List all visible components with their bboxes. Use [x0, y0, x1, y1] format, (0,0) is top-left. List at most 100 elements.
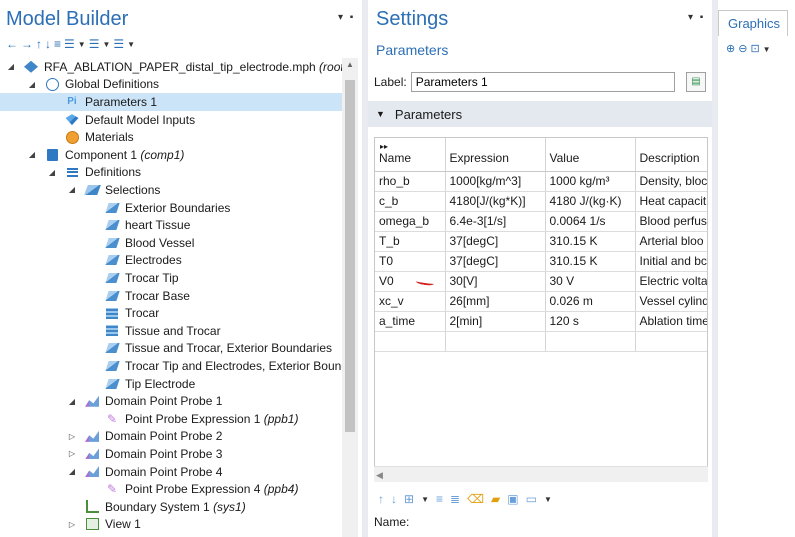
scroll-left-icon[interactable]: ◀: [376, 467, 383, 483]
tree-item-trocar-tip-electrodes-exterior[interactable]: Trocar Tip and Electrodes, Exterior Boun…: [0, 357, 348, 375]
table-row[interactable]: T0 37[degC] 310.15 K Initial and bc: [375, 251, 707, 272]
tab-graphics[interactable]: Graphics: [718, 10, 788, 36]
cell-description[interactable]: [635, 331, 707, 352]
tree-item-exterior-boundaries[interactable]: Exterior Boundaries: [0, 199, 342, 217]
cell-name[interactable]: [375, 331, 446, 352]
cell-description[interactable]: Heat capacit: [635, 191, 707, 212]
expand-triangle-icon[interactable]: ▷: [67, 449, 77, 458]
scroll-up-icon[interactable]: ▲: [342, 58, 358, 72]
pane-menu-pin-icon[interactable]: ▾ ▪: [688, 12, 705, 23]
tree-item-tip-electrode[interactable]: Tip Electrode: [0, 375, 342, 393]
cell-description[interactable]: Blood perfus: [635, 211, 707, 232]
chevron-down-icon[interactable]: ▼: [763, 45, 774, 54]
cell-name[interactable]: V0: [375, 271, 446, 292]
tree-item-tissue-and-trocar[interactable]: Tissue and Trocar: [0, 322, 342, 340]
tree-item-point-probe-expression-1[interactable]: ✎ Point Probe Expression 1 (ppb1): [0, 410, 342, 428]
tree-item-point-probe-expression-4[interactable]: ✎ Point Probe Expression 4 (ppb4): [0, 480, 342, 498]
table-row-empty[interactable]: [375, 331, 707, 352]
chevron-down-icon[interactable]: ▼: [421, 495, 429, 504]
clear-table-icon[interactable]: ≣: [450, 492, 460, 506]
up-arrow-icon[interactable]: ↑: [36, 37, 42, 51]
table-row[interactable]: omega_b 6.4e-3[1/s] 0.0064 1/s Blood per…: [375, 211, 707, 232]
forward-arrow-icon[interactable]: →: [21, 37, 33, 51]
tree-item-domain-point-probe-4[interactable]: ◢ Domain Point Probe 4: [0, 463, 342, 481]
table-row[interactable]: rho_b 1000[kg/m^3] 1000 kg/m³ Density, b…: [375, 171, 707, 192]
expand-triangle-icon[interactable]: ▷: [67, 520, 77, 529]
move-up-icon[interactable]: ↑: [378, 492, 384, 506]
cell-name[interactable]: xc_v: [375, 291, 446, 312]
tree-item-default-model-inputs[interactable]: Default Model Inputs: [0, 111, 342, 129]
tree-item-component-1[interactable]: ◢ Component 1 (comp1): [0, 146, 342, 164]
cell-description[interactable]: Density, bloc: [635, 171, 707, 192]
back-arrow-icon[interactable]: ←: [6, 37, 18, 51]
column-header-expression[interactable]: Expression: [445, 138, 546, 172]
expand-sections-icon[interactable]: ☰: [64, 37, 75, 51]
pane-menu-pin-icon[interactable]: ▾ ▪: [338, 12, 355, 23]
cell-expression[interactable]: 30[V]: [445, 271, 546, 292]
table-row[interactable]: V0 30[V] 30 V Electric volta: [375, 271, 707, 292]
list-view-icon[interactable]: ☰: [113, 37, 124, 51]
cell-expression[interactable]: 37[degC]: [445, 251, 546, 272]
cell-description[interactable]: Ablation time: [635, 311, 707, 332]
collapse-triangle-icon[interactable]: ◢: [67, 185, 77, 194]
tree-item-blood-vessel[interactable]: Blood Vessel: [0, 234, 342, 252]
down-arrow-icon[interactable]: ↓: [45, 37, 51, 51]
cell-expression[interactable]: 4180[J/(kg*K)]: [445, 191, 546, 212]
cell-expression[interactable]: 37[degC]: [445, 231, 546, 252]
column-header-name[interactable]: ▸▸ Name: [375, 138, 446, 172]
parameters-section-header[interactable]: ▼ Parameters: [368, 101, 712, 127]
tree-item-domain-point-probe-1[interactable]: ◢ Domain Point Probe 1: [0, 392, 342, 410]
show-icon[interactable]: ≡: [54, 37, 61, 51]
table-horizontal-scrollbar[interactable]: ◀: [374, 466, 708, 482]
cell-name[interactable]: T0: [375, 251, 446, 272]
tree-item-materials[interactable]: Materials: [0, 128, 342, 146]
collapse-section-icon[interactable]: ▼: [376, 109, 385, 119]
collapse-triangle-icon[interactable]: ◢: [47, 168, 57, 177]
table-row[interactable]: a_time 2[min] 120 s Ablation time: [375, 311, 707, 332]
open-folder-icon[interactable]: ▰: [491, 492, 500, 506]
cell-expression[interactable]: 1000[kg/m^3]: [445, 171, 546, 192]
chevron-down-icon[interactable]: ▼: [102, 40, 110, 49]
cell-expression[interactable]: [445, 331, 546, 352]
table-row[interactable]: T_b 37[degC] 310.15 K Arterial bloo: [375, 231, 707, 252]
tree-item-electrodes[interactable]: Electrodes: [0, 252, 342, 270]
cell-name[interactable]: rho_b: [375, 171, 446, 192]
collapse-triangle-icon[interactable]: ◢: [6, 62, 16, 71]
cell-description[interactable]: Electric volta: [635, 271, 707, 292]
broom-icon[interactable]: ⌫: [467, 492, 484, 506]
cell-description[interactable]: Initial and bc: [635, 251, 707, 272]
tree-item-tissue-trocar-exterior[interactable]: Tissue and Trocar, Exterior Boundaries: [0, 340, 342, 358]
tree-item-definitions[interactable]: ◢ Definitions: [0, 164, 342, 182]
cell-expression[interactable]: 2[min]: [445, 311, 546, 332]
expand-triangle-icon[interactable]: ▷: [67, 432, 77, 441]
tree-item-trocar-base[interactable]: Trocar Base: [0, 287, 342, 305]
cell-name[interactable]: a_time: [375, 311, 446, 332]
reset-label-icon[interactable]: ▤: [686, 72, 706, 92]
cell-expression[interactable]: 26[mm]: [445, 291, 546, 312]
add-row-icon[interactable]: ⊞: [404, 492, 414, 506]
cell-name[interactable]: omega_b: [375, 211, 446, 232]
save-icon[interactable]: ▣: [507, 492, 518, 506]
tree-item-domain-point-probe-3[interactable]: ▷ Domain Point Probe 3: [0, 445, 342, 463]
collapse-icon[interactable]: ☰: [89, 37, 100, 51]
tree-item-root[interactable]: ◢ RFA_ABLATION_PAPER_distal_tip_electrod…: [0, 58, 348, 76]
tree-item-domain-point-probe-2[interactable]: ▷ Domain Point Probe 2: [0, 428, 342, 446]
tree-item-global-definitions[interactable]: ◢ Global Definitions: [0, 76, 342, 94]
label-input[interactable]: [410, 72, 675, 92]
chevron-down-icon[interactable]: ▼: [127, 40, 135, 49]
zoom-out-icon[interactable]: ⊖: [738, 43, 750, 55]
cell-description[interactable]: Arterial bloo: [635, 231, 707, 252]
tree-item-parameters-1[interactable]: Pi Parameters 1: [0, 93, 342, 111]
cell-name[interactable]: c_b: [375, 191, 446, 212]
tree-item-trocar-tip[interactable]: Trocar Tip: [0, 269, 342, 287]
collapse-triangle-icon[interactable]: ◢: [67, 397, 77, 406]
more-options-icon[interactable]: ▭: [526, 492, 537, 506]
collapse-triangle-icon[interactable]: ◢: [27, 80, 37, 89]
collapse-triangle-icon[interactable]: ◢: [27, 150, 37, 159]
zoom-in-icon[interactable]: ⊕: [726, 43, 738, 55]
tree-item-trocar[interactable]: Trocar: [0, 304, 342, 322]
cell-description[interactable]: Vessel cylinde: [635, 291, 707, 312]
tree-item-view-1[interactable]: ▷ View 1: [0, 516, 342, 534]
scrollbar-thumb[interactable]: [345, 80, 355, 432]
collapse-triangle-icon[interactable]: ◢: [67, 467, 77, 476]
